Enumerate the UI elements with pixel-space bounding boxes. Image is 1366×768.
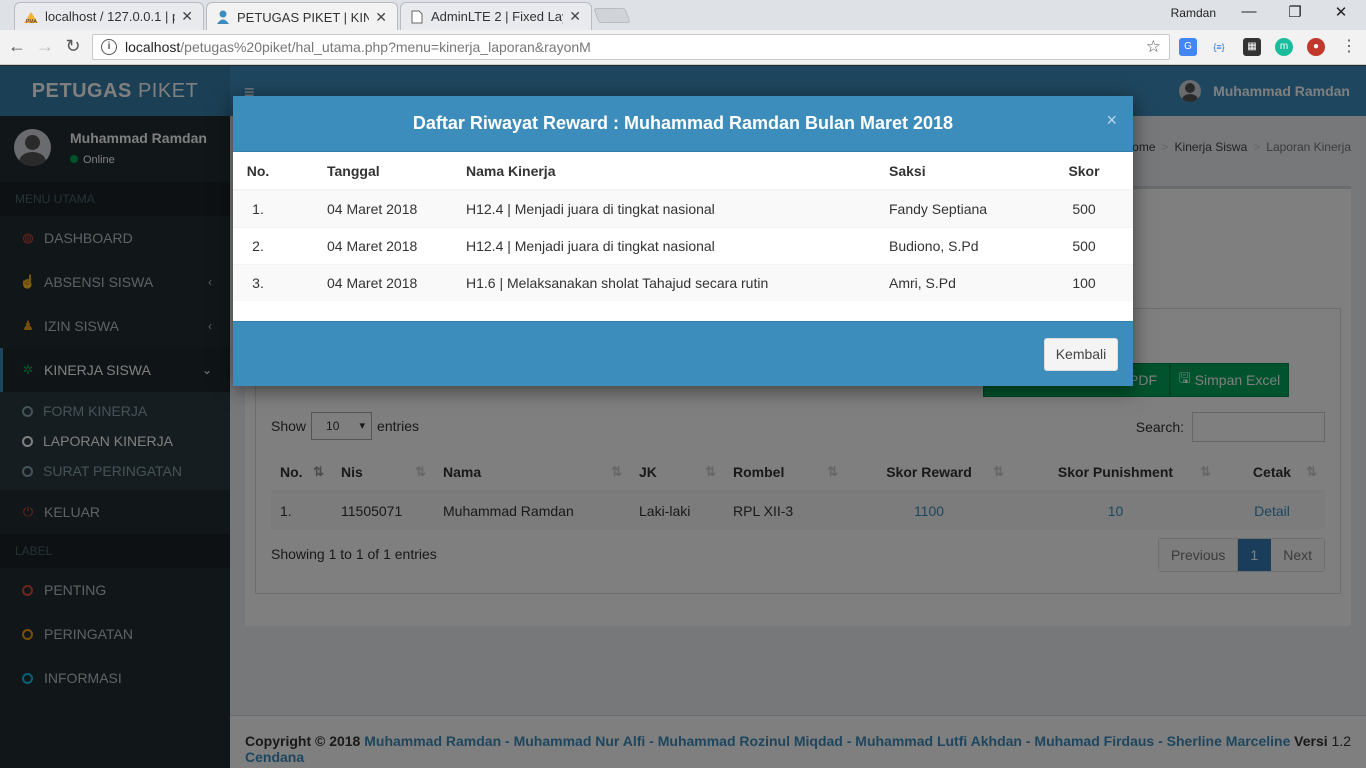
user-icon	[215, 9, 231, 25]
back-arrow-icon[interactable]: ←	[6, 36, 28, 57]
column-header: Saksi	[881, 152, 1035, 191]
forward-arrow-icon[interactable]: →	[34, 36, 56, 57]
cell-kinerja: H12.4 | Menjadi juara di tingkat nasiona…	[458, 226, 881, 264]
browser-tab-petugas[interactable]: PETUGAS PIKET | KINERJA ✕	[206, 2, 398, 31]
column-header: Nama Kinerja	[458, 152, 881, 191]
cell-saksi: Budiono, S.Pd	[881, 226, 1035, 264]
modal-body: No. Tanggal Nama Kinerja Saksi Skor 1. 0…	[233, 152, 1133, 321]
browser-tab-phpmyadmin[interactable]: PMA localhost / 127.0.0.1 | php ✕	[14, 2, 204, 30]
tab-title: PETUGAS PIKET | KINERJA	[237, 9, 370, 25]
info-icon[interactable]: i	[101, 39, 117, 55]
close-tab-icon[interactable]: ✕	[375, 9, 387, 26]
extension-icon[interactable]: ●	[1307, 38, 1325, 56]
browser-tab-bar: PMA localhost / 127.0.0.1 | php ✕ PETUGA…	[0, 0, 1366, 31]
close-tab-icon[interactable]: ✕	[181, 8, 193, 25]
new-tab-button[interactable]	[593, 8, 631, 23]
phpmyadmin-icon: PMA	[23, 9, 39, 25]
cell-no: 2.	[233, 226, 319, 264]
reward-table: No. Tanggal Nama Kinerja Saksi Skor 1. 0…	[233, 152, 1133, 301]
modal-footer: Kembali	[233, 321, 1133, 386]
tab-title: AdminLTE 2 | Fixed Layout	[431, 9, 563, 24]
document-icon	[409, 9, 425, 25]
column-header: Skor	[1035, 152, 1133, 191]
cell-skor: 500	[1035, 189, 1133, 227]
table-row: 1. 04 Maret 2018 H12.4 | Menjadi juara d…	[233, 189, 1133, 227]
mendeley-icon[interactable]: m	[1275, 38, 1293, 56]
table-row: 2. 04 Maret 2018 H12.4 | Menjadi juara d…	[233, 226, 1133, 264]
modal-title: Daftar Riwayat Reward : Muhammad Ramdan …	[412, 113, 954, 133]
reward-history-modal: Daftar Riwayat Reward : Muhammad Ramdan …	[233, 96, 1133, 386]
json-icon[interactable]: {≡}	[1210, 38, 1228, 56]
url-input[interactable]: i localhost/petugas%20piket/hal_utama.ph…	[92, 34, 1170, 60]
cell-tanggal: 04 Maret 2018	[319, 189, 458, 227]
modal-header: Daftar Riwayat Reward : Muhammad Ramdan …	[233, 96, 1133, 152]
browser-tab-adminlte[interactable]: AdminLTE 2 | Fixed Layout ✕	[400, 2, 592, 30]
cell-saksi: Amri, S.Pd	[881, 263, 1035, 301]
kembali-button[interactable]: Kembali	[1044, 338, 1118, 371]
url-path: /petugas%20piket/hal_utama.php?menu=kine…	[180, 39, 591, 55]
cell-saksi: Fandy Septiana	[881, 189, 1035, 227]
table-row: 3. 04 Maret 2018 H1.6 | Melaksanakan sho…	[233, 263, 1133, 301]
qr-code-icon[interactable]: ▦	[1243, 38, 1261, 56]
close-icon[interactable]: ×	[1106, 110, 1117, 131]
bookmark-star-icon[interactable]: ☆	[1146, 37, 1161, 57]
url-host: localhost	[125, 39, 181, 55]
restore-icon[interactable]: ❐	[1285, 3, 1305, 21]
reload-icon[interactable]: ↻	[62, 36, 84, 57]
cell-no: 1.	[233, 189, 319, 227]
tab-title: localhost / 127.0.0.1 | php	[45, 9, 175, 24]
menu-dots-icon[interactable]: ⋮	[1340, 38, 1358, 56]
minimize-icon[interactable]: —	[1239, 3, 1259, 20]
close-window-icon[interactable]: ✕	[1331, 3, 1351, 21]
browser-profile-name[interactable]: Ramdan	[1171, 6, 1216, 20]
cell-tanggal: 04 Maret 2018	[319, 226, 458, 264]
column-header: No.	[233, 152, 319, 191]
address-bar: ← → ↻ i localhost/petugas%20piket/hal_ut…	[0, 30, 1366, 65]
cell-kinerja: H1.6 | Melaksanakan sholat Tahajud secar…	[458, 263, 881, 301]
cell-skor: 500	[1035, 226, 1133, 264]
close-tab-icon[interactable]: ✕	[569, 8, 581, 25]
cell-skor: 100	[1035, 263, 1133, 301]
svg-text:PMA: PMA	[26, 19, 38, 24]
column-header: Tanggal	[319, 152, 458, 191]
cell-tanggal: 04 Maret 2018	[319, 263, 458, 301]
cell-kinerja: H12.4 | Menjadi juara di tingkat nasiona…	[458, 189, 881, 227]
cell-no: 3.	[233, 263, 319, 301]
translate-icon[interactable]: G	[1179, 38, 1197, 56]
